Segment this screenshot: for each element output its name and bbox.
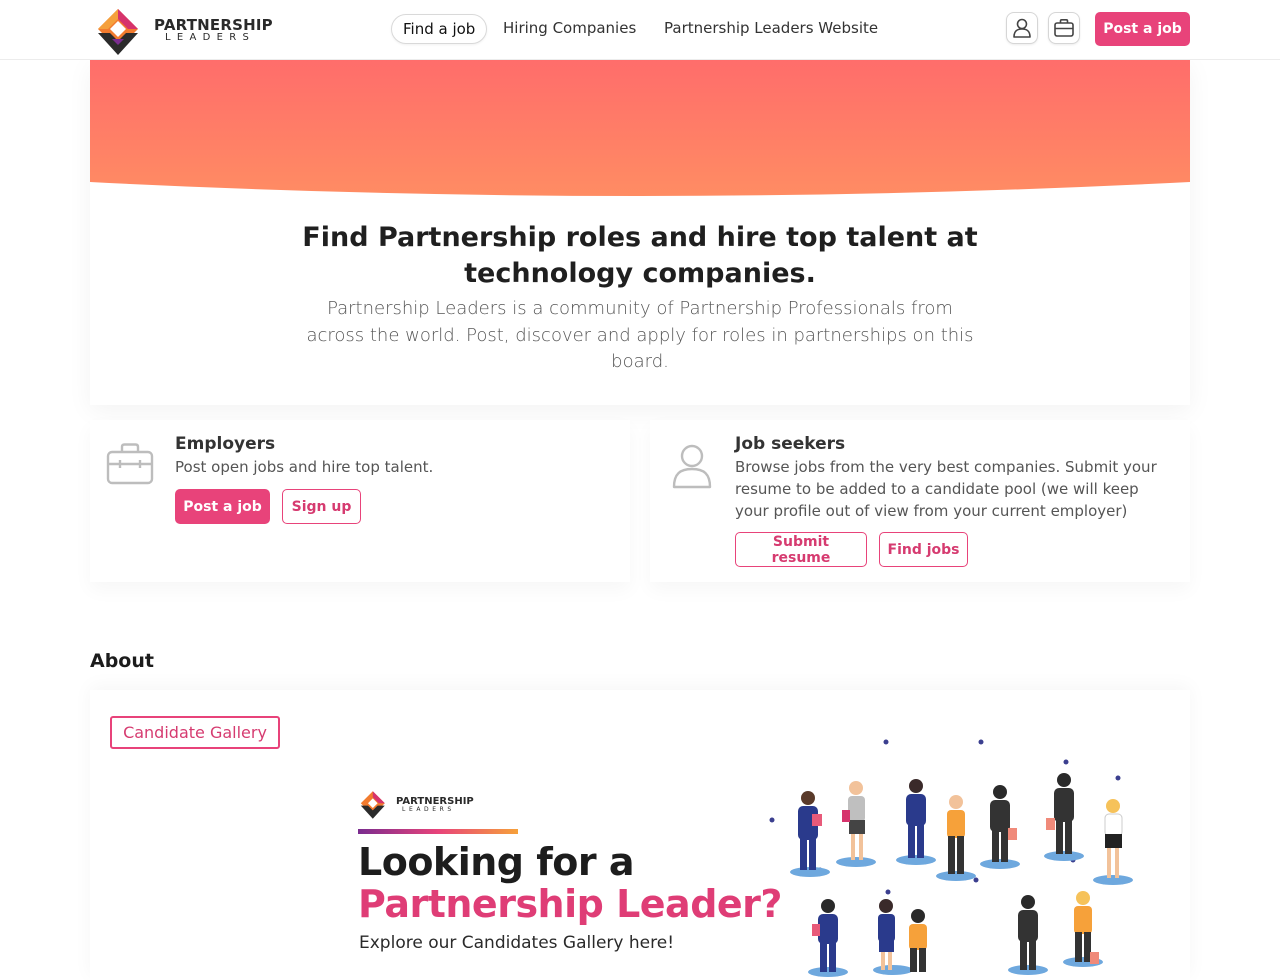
job-seekers-title: Job seekers <box>735 434 846 454</box>
employers-title: Employers <box>175 434 276 454</box>
candidate-gallery-promo-image[interactable]: PARTNERSHIP LEADERS Looking for a Partne… <box>358 730 1158 980</box>
my-jobs-button[interactable] <box>1048 12 1080 44</box>
briefcase-icon <box>1054 19 1074 37</box>
promo-logo-mark-icon <box>360 791 385 819</box>
site-logo[interactable]: PARTNERSHIP LEADERS <box>94 7 284 57</box>
promo-headline-line1: Looking for a <box>358 840 634 884</box>
hero-subtitle: Partnership Leaders is a community of Pa… <box>306 298 974 372</box>
promo-subline: Explore our Candidates Gallery here! <box>359 933 675 953</box>
logo-text-secondary: LEADERS <box>165 32 256 43</box>
hero-banner <box>90 60 1190 196</box>
employers-description: Post open jobs and hire top talent. <box>175 458 434 476</box>
employers-card: Employers Post open jobs and hire top ta… <box>90 420 630 582</box>
candidate-gallery-button[interactable]: Candidate Gallery <box>110 716 280 749</box>
top-nav-bar: PARTNERSHIP LEADERS Find a job Hiring Co… <box>0 0 1280 60</box>
promo-headline-line2: Partnership Leader? <box>358 882 782 926</box>
hero-section: Find Partnership roles and hire top tale… <box>90 60 1190 405</box>
account-button[interactable] <box>1006 12 1038 44</box>
user-icon <box>672 444 712 489</box>
job-seekers-card: Job seekers Browse jobs from the very be… <box>650 420 1190 582</box>
employers-sign-up-button[interactable]: Sign up <box>282 489 361 524</box>
promo-logo-text-secondary: LEADERS <box>402 806 455 813</box>
job-seekers-description: Browse jobs from the very best companies… <box>735 458 1157 520</box>
submit-resume-button[interactable]: Submit resume <box>735 532 867 567</box>
hero-title: Find Partnership roles and hire top tale… <box>302 222 978 289</box>
nav-find-a-job[interactable]: Find a job <box>391 14 488 44</box>
about-heading: About <box>90 650 154 672</box>
business-people-illustration <box>769 739 1133 977</box>
employers-post-a-job-button[interactable]: Post a job <box>175 489 270 524</box>
user-icon <box>1013 18 1031 38</box>
logo-mark-icon <box>98 9 138 55</box>
post-a-job-button[interactable]: Post a job <box>1095 12 1190 46</box>
nav-hiring-companies[interactable]: Hiring Companies <box>503 14 636 42</box>
promo-gradient-rule <box>358 829 518 834</box>
nav-partnership-leaders-website[interactable]: Partnership Leaders Website <box>664 14 878 42</box>
find-jobs-button[interactable]: Find jobs <box>879 532 968 567</box>
about-section: Candidate Gallery PARTNERSHIP LEADERS Lo… <box>90 690 1190 980</box>
briefcase-icon <box>106 443 154 485</box>
